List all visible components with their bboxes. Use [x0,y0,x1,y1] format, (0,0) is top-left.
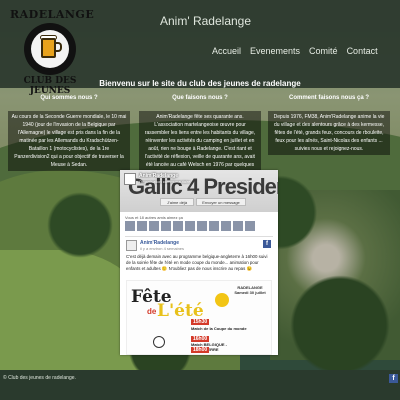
nav-comite[interactable]: Comité [309,46,338,56]
beer-mug-icon [41,38,56,58]
avatar[interactable] [161,221,171,231]
post-author-avatar[interactable] [126,240,137,251]
poster-ete: L'été [157,301,204,321]
page-avatar[interactable] [124,173,136,185]
nav-accueil[interactable]: Accueil [212,46,241,56]
facebook-cover-photo[interactable]: Gallic 4 President Anim'Radelange Organi… [120,170,278,212]
nav-evenements[interactable]: Evenements [250,46,300,56]
sun-icon [215,293,229,307]
poster-time: 18h00 [191,347,210,353]
logo-name: RADELANGE [10,8,95,21]
event-poster-image[interactable]: Fête de L'été RADELANGE Samedi 30 juille… [126,280,272,355]
column-heading: Comment faisons nous ça ? [288,95,369,101]
avatar[interactable] [245,221,255,231]
facebook-icon[interactable]: f [263,240,271,248]
post-time[interactable]: il y a environ 4 semaines [140,246,184,251]
site-footer: © Club des jeunes de radelange. f [0,370,400,400]
info-column-how: Comment faisons nous ça ? Depuis 1976, F… [268,95,390,155]
avatar[interactable] [221,221,231,231]
club-logo[interactable]: RADELANGE CLUB DES JEUNES [10,6,95,96]
nav-contact[interactable]: Contact [347,46,378,56]
friend-avatars [125,221,255,231]
welcome-heading: Bienvenu sur le site du club des jeunes … [99,79,301,88]
divider [125,236,273,237]
page-type: Organisation communautaire [139,179,191,184]
avatar[interactable] [137,221,147,231]
copyright: © Club des jeunes de radelange. [3,375,76,381]
poster-brand: RADELANGE Samedi 30 juillet [234,285,266,295]
column-text: Au cours de la Seconde Guerre mondiale, … [8,111,130,171]
column-heading: Qui sommes nous ? [40,95,98,101]
column-heading: Que faisons nous ? [172,95,228,101]
facebook-icon[interactable]: f [389,374,398,383]
poster-de: de [147,307,157,316]
column-text: Depuis 1976, FM38, Anim'Radelange anime … [268,111,390,155]
avatar[interactable] [149,221,159,231]
post-text: C'est déjà demain avec au programme belg… [126,254,268,271]
facebook-page-widget: Gallic 4 President Anim'Radelange Organi… [120,170,278,355]
avatar[interactable] [209,221,219,231]
main-nav: Accueil Evenements Comité Contact [212,46,378,56]
avatar[interactable] [185,221,195,231]
football-icon [153,336,165,348]
avatar[interactable] [173,221,183,231]
like-button[interactable]: J'aime déjà [160,198,194,206]
site-title: Anim' Radelange [160,14,252,28]
avatar[interactable] [197,221,207,231]
poster-time: 15h30 [191,319,210,325]
avatar[interactable] [233,221,243,231]
site-header: RADELANGE CLUB DES JEUNES Anim' Radelang… [0,0,400,96]
avatar[interactable] [125,221,135,231]
friends-like-text: Vous et 18 autres amis aimez ça [125,215,183,220]
poster-item: Match de la Coupe du monde [191,326,247,331]
info-column-who: Qui sommes nous ? Au cours de la Seconde… [8,95,130,171]
send-message-button[interactable]: Envoyer un message [196,198,246,206]
